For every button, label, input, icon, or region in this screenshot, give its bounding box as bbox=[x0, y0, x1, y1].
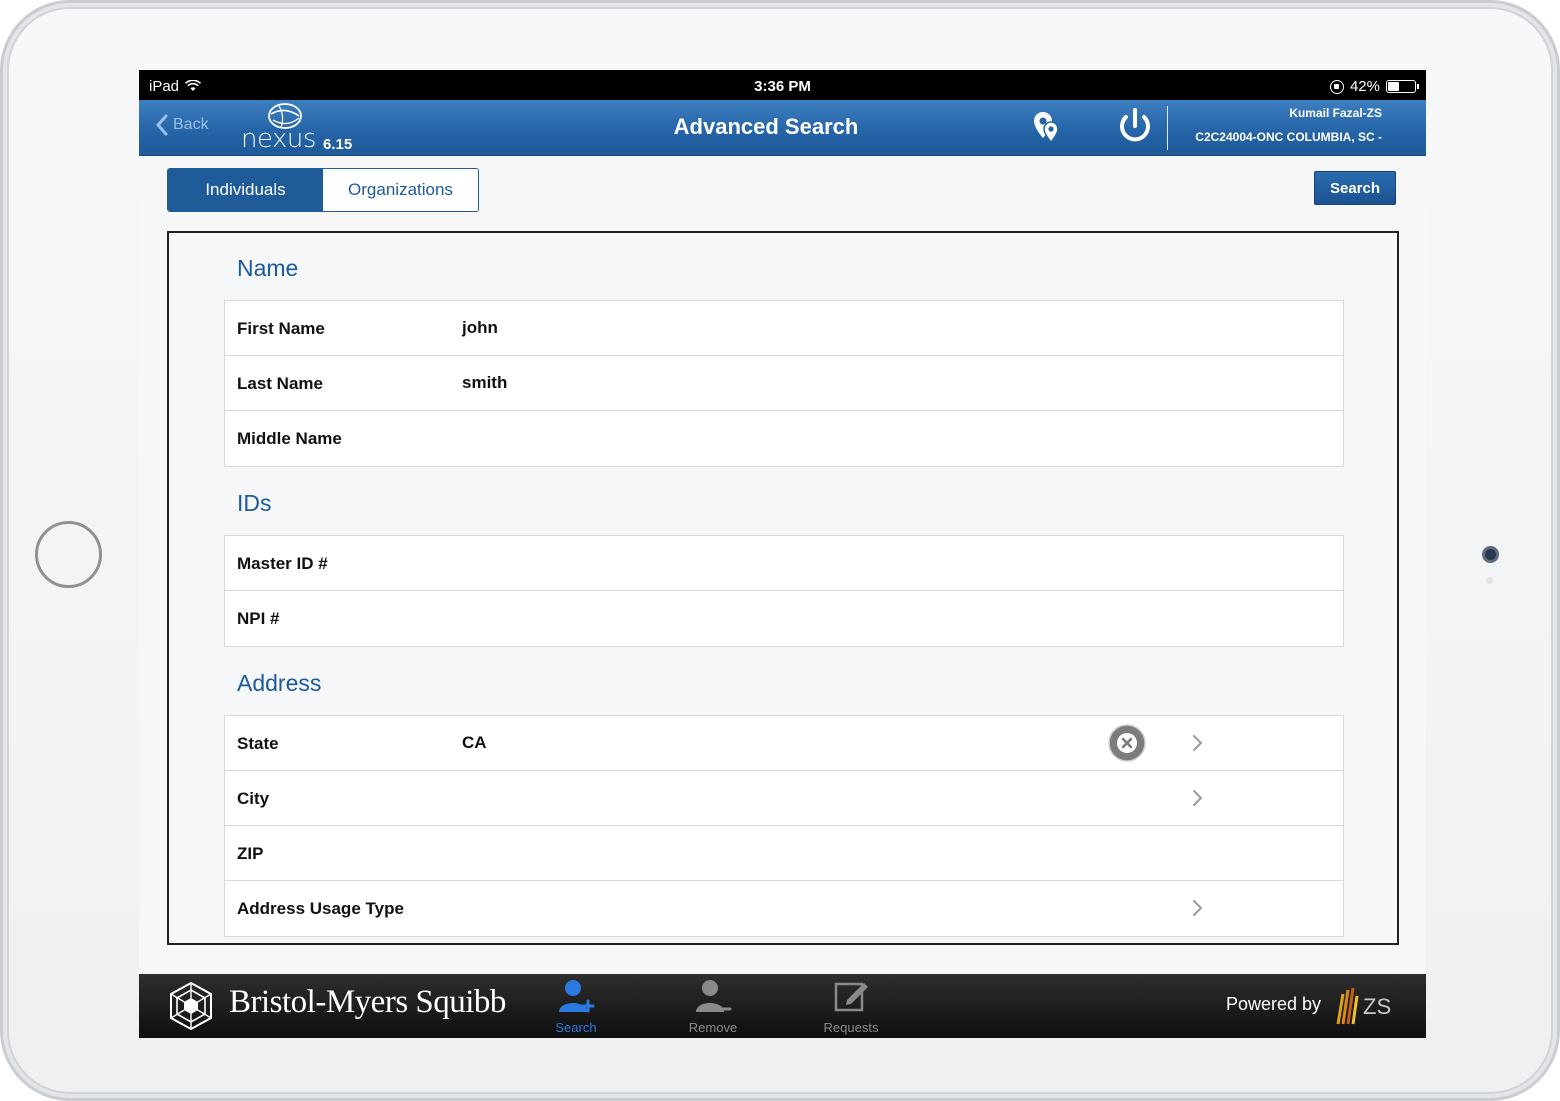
vendor-name: ZS bbox=[1363, 994, 1391, 1019]
master-id-field[interactable]: Master ID # bbox=[225, 536, 1343, 591]
name-group: First Name john Last Name smith Middle N… bbox=[224, 300, 1344, 467]
sensor-dot bbox=[1486, 577, 1493, 584]
ipad-frame: iPad 3:36 PM 42% Back nexus 6.15 Advance… bbox=[0, 0, 1560, 1101]
battery-percent: 42% bbox=[1349, 78, 1380, 95]
middle-name-field[interactable]: Middle Name bbox=[225, 411, 1343, 466]
battery-icon bbox=[1386, 80, 1419, 93]
field-label: ZIP bbox=[237, 844, 264, 863]
field-label: First Name bbox=[237, 319, 325, 338]
nav-divider bbox=[1167, 106, 1168, 150]
city-field[interactable]: City bbox=[225, 771, 1343, 826]
field-label: Middle Name bbox=[237, 429, 342, 448]
clear-icon[interactable] bbox=[1108, 724, 1146, 762]
first-name-field[interactable]: First Name john bbox=[225, 301, 1343, 356]
chevron-right-icon bbox=[1193, 900, 1203, 916]
last-name-field[interactable]: Last Name smith bbox=[225, 356, 1343, 411]
content-area: Individuals Organizations Search Name Fi… bbox=[139, 156, 1426, 974]
section-title-address: Address bbox=[237, 670, 322, 696]
tab-requests[interactable]: Requests bbox=[811, 978, 891, 1035]
tab-label: Remove bbox=[688, 1020, 738, 1035]
status-time: 3:36 PM bbox=[754, 78, 811, 95]
tab-organizations[interactable]: Organizations bbox=[323, 169, 478, 211]
field-label: NPI # bbox=[237, 609, 280, 628]
section-title-ids: IDs bbox=[237, 490, 272, 516]
zip-field[interactable]: ZIP bbox=[225, 826, 1343, 881]
power-icon[interactable] bbox=[1115, 106, 1155, 148]
section-title-name: Name bbox=[237, 255, 299, 281]
field-label: Master ID # bbox=[237, 554, 328, 573]
segmented-control: Individuals Organizations bbox=[167, 168, 479, 212]
chevron-right-icon bbox=[1193, 790, 1203, 806]
state-field[interactable]: State CA bbox=[225, 716, 1343, 771]
zs-logo-icon: ZS bbox=[1336, 987, 1391, 1025]
camera-icon bbox=[1482, 546, 1499, 563]
powered-by-label: Powered by bbox=[1226, 994, 1322, 1014]
field-label: State bbox=[237, 734, 279, 753]
add-user-icon bbox=[559, 980, 595, 1013]
bms-logo-icon bbox=[170, 981, 212, 1031]
user-name: Kumail Fazal-ZS bbox=[1289, 106, 1382, 120]
tab-label: Search bbox=[555, 1020, 597, 1035]
tab-bar: Bristol-Myers Squibb Search Remove Reque… bbox=[139, 974, 1426, 1038]
search-button[interactable]: Search bbox=[1314, 171, 1396, 205]
tab-remove[interactable]: Remove bbox=[673, 978, 753, 1035]
screen: iPad 3:36 PM 42% Back nexus 6.15 Advance… bbox=[139, 70, 1426, 1038]
field-value: CA bbox=[462, 733, 487, 752]
map-pin-icon[interactable] bbox=[1027, 108, 1067, 148]
rotation-lock-icon bbox=[1329, 79, 1344, 94]
field-value: smith bbox=[462, 373, 508, 392]
home-button[interactable] bbox=[35, 521, 102, 588]
field-value: john bbox=[462, 318, 498, 337]
nav-bar: Back nexus 6.15 Advanced Search Kumail F… bbox=[139, 100, 1426, 156]
user-territory: C2C24004-ONC COLUMBIA, SC - bbox=[1195, 130, 1382, 144]
brand-name: Bristol-Myers Squibb bbox=[229, 984, 506, 1020]
edit-icon bbox=[834, 982, 868, 1012]
ids-group: Master ID # NPI # bbox=[224, 535, 1344, 647]
search-form: Name First Name john Last Name smith Mid… bbox=[167, 231, 1399, 945]
tab-individuals[interactable]: Individuals bbox=[168, 169, 323, 211]
field-label: Address Usage Type bbox=[237, 899, 404, 918]
address-usage-type-field[interactable]: Address Usage Type bbox=[225, 881, 1343, 936]
tab-search[interactable]: Search bbox=[536, 978, 616, 1035]
status-bar: iPad 3:36 PM 42% bbox=[139, 70, 1426, 100]
tab-label: Requests bbox=[823, 1020, 879, 1035]
field-label: Last Name bbox=[237, 374, 323, 393]
address-group: State CA City ZIP Address Usage Type bbox=[224, 715, 1344, 937]
remove-user-icon bbox=[696, 980, 732, 1012]
field-label: City bbox=[237, 789, 270, 808]
npi-field[interactable]: NPI # bbox=[225, 591, 1343, 646]
status-right: 42% bbox=[1329, 78, 1419, 95]
chevron-right-icon bbox=[1193, 735, 1203, 751]
